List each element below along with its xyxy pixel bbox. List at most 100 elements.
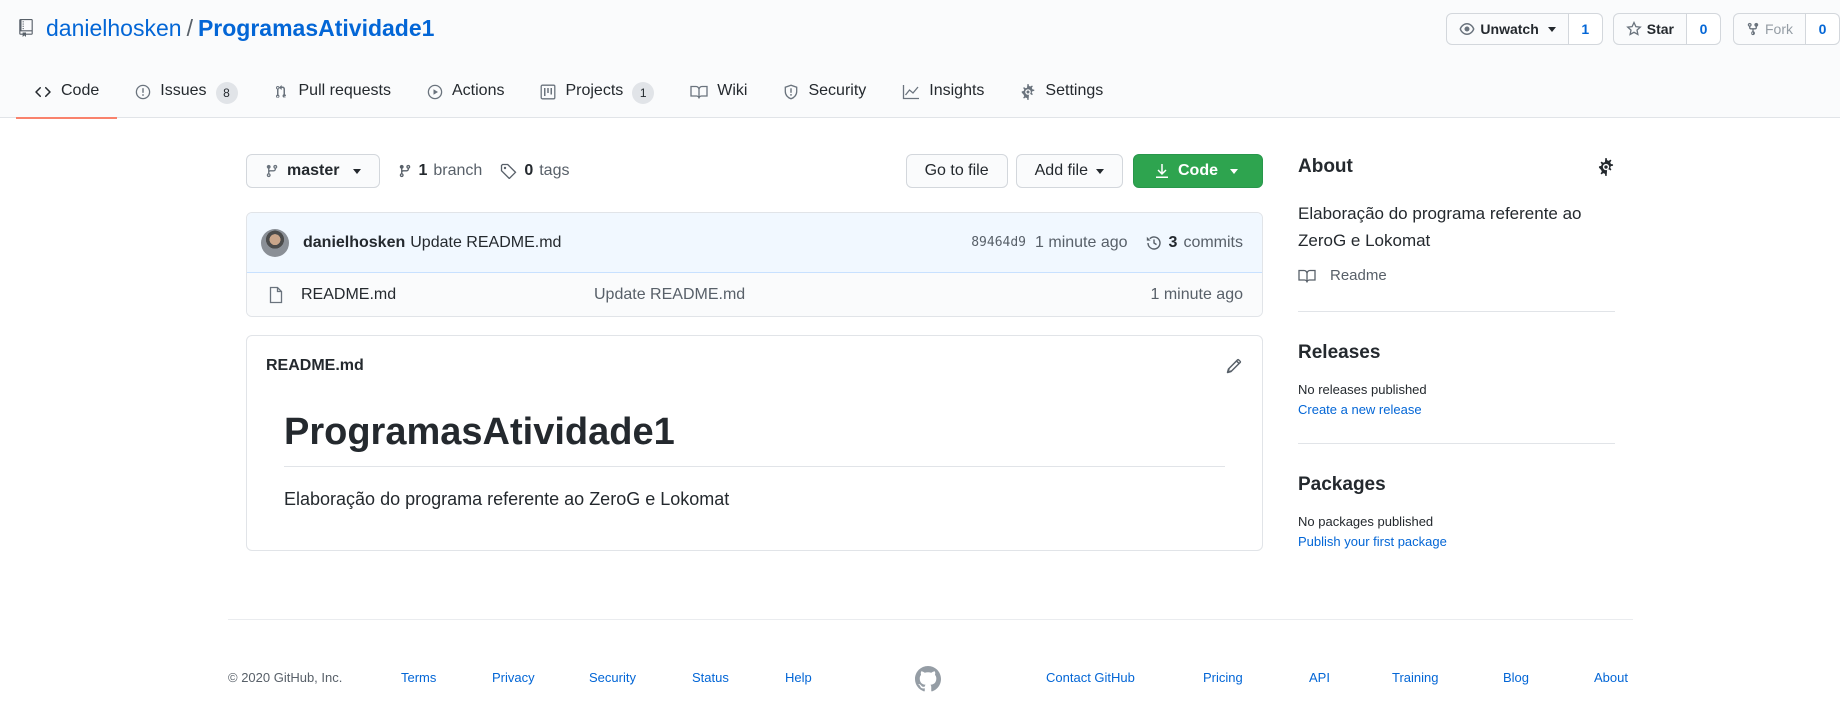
- readme-content: ProgramasAtividade1 Elaboração do progra…: [247, 396, 1262, 510]
- repo-actions: Unwatch 1 Star 0 Fork 0: [1446, 13, 1840, 45]
- about-title: About: [1298, 156, 1353, 177]
- tab-insights[interactable]: Insights: [884, 72, 1002, 118]
- footer-link-blog[interactable]: Blog: [1503, 670, 1529, 685]
- go-to-file-button[interactable]: Go to file: [905, 154, 1008, 188]
- issue-icon: [136, 84, 151, 100]
- download-icon: [1156, 164, 1168, 178]
- commit-meta: 89464d9 1 minute ago 3 commits: [971, 234, 1243, 252]
- readme-box: README.md ProgramasAtividade1 Elaboração…: [246, 335, 1263, 551]
- tab-security[interactable]: Security: [765, 72, 884, 118]
- star-button[interactable]: Star: [1612, 13, 1687, 45]
- footer-link-privacy[interactable]: Privacy: [492, 670, 535, 685]
- unwatch-button[interactable]: Unwatch: [1446, 13, 1569, 45]
- create-release-link[interactable]: Create a new release: [1298, 402, 1615, 417]
- packages-title[interactable]: Packages: [1298, 474, 1615, 496]
- readme-paragraph: Elaboração do programa referente ao Zero…: [284, 488, 730, 509]
- branches-link[interactable]: 1 branch: [398, 162, 482, 180]
- releases-empty-text: No releases published: [1298, 382, 1427, 397]
- code-button-label: Code: [1178, 162, 1218, 179]
- readme-link[interactable]: Readme: [1298, 267, 1615, 284]
- tab-settings[interactable]: Settings: [1002, 72, 1121, 118]
- repo-nav: Code Issues 8 Pull requests Actions Proj…: [16, 72, 1121, 119]
- tab-wiki[interactable]: Wiki: [672, 72, 765, 118]
- tab-security-label: Security: [808, 82, 867, 99]
- project-icon: [541, 84, 556, 100]
- file-name-link[interactable]: README.md: [301, 286, 594, 304]
- commit-author-link[interactable]: danielhosken: [303, 234, 405, 252]
- footer-link-pricing[interactable]: Pricing: [1203, 670, 1243, 685]
- commit-sha-link[interactable]: 89464d9: [971, 235, 1026, 250]
- repo-sidebar: About Elaboração do programa referente a…: [1298, 154, 1615, 549]
- footer-link-help[interactable]: Help: [785, 670, 812, 685]
- footer-link-training[interactable]: Training: [1392, 670, 1438, 685]
- avatar[interactable]: [261, 228, 289, 257]
- tab-actions[interactable]: Actions: [409, 72, 522, 118]
- repo-name-link[interactable]: ProgramasAtividade1: [198, 15, 434, 42]
- file-commit-message-link[interactable]: Update README.md: [594, 286, 745, 304]
- repo-title: danielhosken / ProgramasAtividade1: [18, 12, 434, 44]
- branch-count-label: branch: [433, 162, 483, 179]
- list-item: README.md Update README.md 1 minute ago: [247, 273, 1262, 316]
- footer-copyright: © 2020 GitHub, Inc.: [228, 670, 343, 685]
- eye-icon: [1459, 23, 1475, 35]
- main-column: master 1 branch 0 tags Go to file Add fi…: [246, 154, 1263, 551]
- commits-link[interactable]: 3 commits: [1145, 234, 1243, 252]
- commit-count: 3: [1168, 233, 1178, 251]
- chevron-down-icon: [353, 168, 362, 174]
- fork-label: Fork: [1765, 21, 1793, 37]
- branch-select-button[interactable]: master: [246, 154, 381, 188]
- commit-age: 1 minute ago: [1035, 233, 1128, 251]
- chevron-down-icon: [1547, 26, 1556, 32]
- code-icon: [35, 86, 51, 98]
- tab-code[interactable]: Code: [16, 72, 118, 119]
- github-logo-icon[interactable]: [915, 666, 941, 692]
- footer-link-terms[interactable]: Terms: [401, 670, 436, 685]
- pencil-icon[interactable]: [1226, 358, 1242, 374]
- footer-link-contact[interactable]: Contact GitHub: [1046, 670, 1135, 685]
- footer-link-security[interactable]: Security: [589, 670, 636, 685]
- about-header: About: [1298, 154, 1615, 180]
- commit-message-link[interactable]: Update README.md: [410, 234, 561, 252]
- branch-icon: [400, 164, 411, 178]
- tab-issues-label: Issues: [160, 82, 207, 99]
- footer-link-api[interactable]: API: [1309, 670, 1330, 685]
- site-footer: © 2020 GitHub, Inc. Terms Privacy Securi…: [228, 619, 1633, 692]
- code-download-button[interactable]: Code: [1133, 154, 1263, 188]
- repo-icon: [18, 19, 34, 37]
- star-group: Star 0: [1612, 13, 1721, 45]
- add-file-label: Add file: [1034, 162, 1088, 179]
- file-age: 1 minute ago: [1150, 285, 1243, 303]
- fork-button[interactable]: Fork: [1733, 13, 1806, 45]
- tag-icon: [501, 163, 517, 179]
- watch-count[interactable]: 1: [1568, 13, 1603, 45]
- book-icon: [1298, 269, 1316, 283]
- branch-icon: [266, 164, 278, 178]
- about-description: Elaboração do programa referente ao Zero…: [1298, 204, 1582, 250]
- tab-settings-label: Settings: [1045, 82, 1104, 99]
- repo-header: danielhosken / ProgramasAtividade1 Unwat…: [0, 0, 1840, 119]
- add-file-button[interactable]: Add file: [1015, 154, 1123, 188]
- fork-count[interactable]: 0: [1806, 13, 1840, 45]
- tags-link[interactable]: 0 tags: [500, 162, 569, 180]
- tab-issues[interactable]: Issues 8: [117, 72, 255, 118]
- publish-package-link[interactable]: Publish your first package: [1298, 534, 1615, 549]
- packages-section: Packages No packages published Publish y…: [1298, 444, 1615, 549]
- releases-title[interactable]: Releases: [1298, 342, 1615, 364]
- play-icon: [427, 84, 443, 100]
- footer-link-about[interactable]: About: [1594, 670, 1628, 685]
- tab-pull-requests[interactable]: Pull requests: [256, 72, 410, 118]
- fork-icon: [1747, 22, 1759, 36]
- shield-icon: [785, 84, 798, 100]
- file-list-box: danielhosken Update README.md 89464d9 1 …: [246, 212, 1263, 317]
- tab-projects[interactable]: Projects 1: [522, 72, 672, 118]
- readme-link-label: Readme: [1330, 267, 1387, 284]
- star-count[interactable]: 0: [1687, 13, 1721, 45]
- commit-count-label: commits: [1183, 233, 1243, 251]
- star-label: Star: [1646, 21, 1674, 37]
- releases-section: Releases No releases published Create a …: [1298, 312, 1615, 417]
- footer-row: © 2020 GitHub, Inc. Terms Privacy Securi…: [228, 620, 1633, 692]
- readme-filename: README.md: [266, 357, 364, 374]
- gear-icon[interactable]: [1597, 158, 1615, 176]
- repo-owner-link[interactable]: danielhosken: [46, 15, 182, 42]
- footer-link-status[interactable]: Status: [692, 670, 729, 685]
